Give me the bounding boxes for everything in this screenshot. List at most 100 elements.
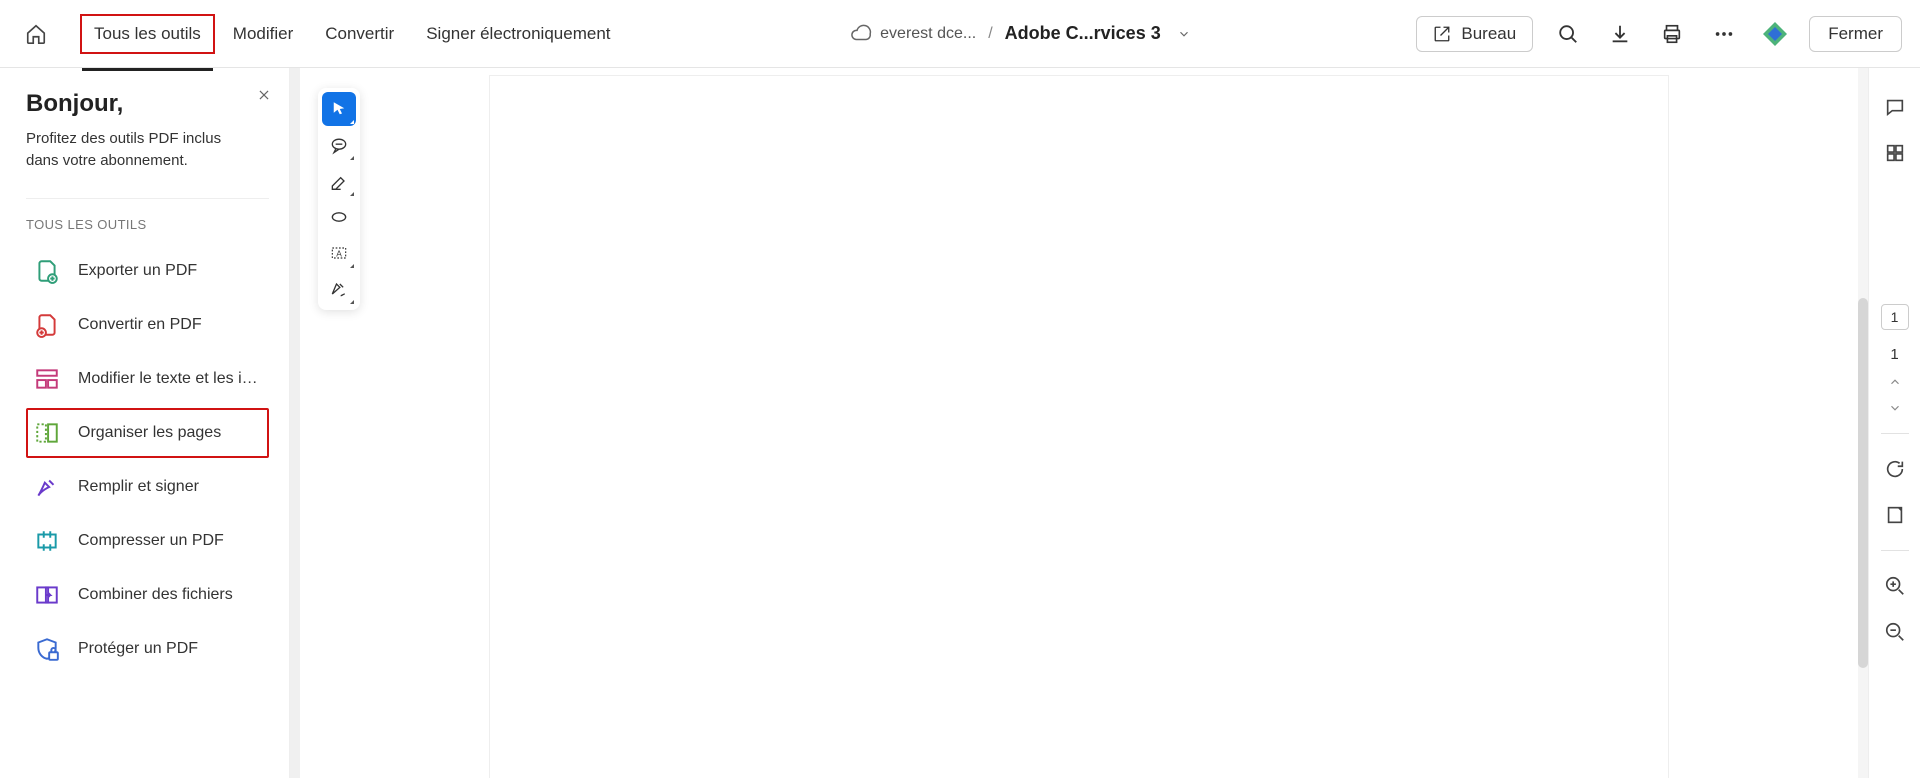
- tool-convert-pdf[interactable]: Convertir en PDF: [26, 300, 269, 350]
- close-icon: [257, 88, 271, 102]
- tool-edit-text-images[interactable]: Modifier le texte et les im...: [26, 354, 269, 404]
- close-button[interactable]: Fermer: [1809, 16, 1902, 52]
- cloud-icon: [850, 23, 872, 45]
- more-button[interactable]: [1707, 17, 1741, 51]
- breadcrumb: everest dce... / Adobe C...rvices 3: [625, 23, 1417, 45]
- tool-label: Remplir et signer: [78, 478, 199, 496]
- tool-label: Organiser les pages: [78, 424, 221, 442]
- zoom-in-icon: [1884, 575, 1906, 597]
- textbox-tool[interactable]: A: [322, 236, 356, 270]
- greeting-subtitle: Profitez des outils PDF inclus dans votr…: [26, 128, 246, 172]
- sidebar-scroll-track[interactable]: [290, 68, 300, 778]
- sidebar-close[interactable]: [257, 88, 271, 102]
- bureau-label: Bureau: [1461, 24, 1516, 44]
- protect-icon: [34, 636, 60, 662]
- greeting-title: Bonjour,: [26, 90, 269, 118]
- thumbnails-panel-button[interactable]: [1878, 136, 1912, 170]
- right-rail: 1 1: [1868, 68, 1920, 778]
- tab-edit[interactable]: Modifier: [219, 14, 307, 54]
- download-icon: [1609, 23, 1631, 45]
- tool-organize-pages[interactable]: Organiser les pages: [26, 408, 269, 458]
- edit-text-icon: [34, 366, 60, 392]
- document-page[interactable]: [490, 76, 1668, 778]
- page-fit-icon: [1884, 504, 1906, 526]
- tab-sign[interactable]: Signer électroniquement: [412, 14, 624, 54]
- chevron-up-icon: [1888, 375, 1902, 389]
- tool-protect-pdf[interactable]: Protéger un PDF: [26, 624, 269, 674]
- download-button[interactable]: [1603, 17, 1637, 51]
- export-pdf-icon: [34, 258, 60, 284]
- tool-list: Exporter un PDF Convertir en PDF Modifie…: [26, 246, 269, 674]
- chevron-down-icon: [1177, 27, 1191, 41]
- page-current-input[interactable]: 1: [1881, 304, 1909, 330]
- rotate-button[interactable]: [1878, 452, 1912, 486]
- external-link-icon: [1433, 25, 1451, 43]
- document-area: A 1 1: [300, 68, 1920, 778]
- home-icon: [25, 23, 47, 45]
- rotate-icon: [1884, 458, 1906, 480]
- avatar-icon: [1760, 19, 1790, 49]
- file-dropdown[interactable]: [1177, 27, 1191, 41]
- convert-pdf-icon: [34, 312, 60, 338]
- quick-tools: A: [318, 88, 360, 310]
- open-desktop-button[interactable]: Bureau: [1416, 16, 1533, 52]
- grid-icon: [1884, 142, 1906, 164]
- tool-label: Convertir en PDF: [78, 316, 202, 334]
- compress-icon: [34, 528, 60, 554]
- combine-icon: [34, 582, 60, 608]
- tool-label: Protéger un PDF: [78, 640, 198, 658]
- highlight-icon: [329, 171, 349, 191]
- home-button[interactable]: [18, 16, 54, 52]
- print-button[interactable]: [1655, 17, 1689, 51]
- search-icon: [1557, 23, 1579, 45]
- zoom-out-button[interactable]: [1878, 615, 1912, 649]
- tool-label: Combiner des fichiers: [78, 586, 233, 604]
- tab-convert[interactable]: Convertir: [311, 14, 408, 54]
- comment-icon: [329, 135, 349, 155]
- more-icon: [1713, 23, 1735, 45]
- avatar[interactable]: [1759, 18, 1791, 50]
- print-icon: [1661, 23, 1683, 45]
- comment-tool[interactable]: [322, 128, 356, 162]
- section-title: TOUS LES OUTILS: [26, 217, 269, 232]
- chevron-down-icon: [1888, 401, 1902, 415]
- cloud-label: everest dce...: [880, 25, 976, 43]
- select-tool[interactable]: [322, 92, 356, 126]
- tool-compress-pdf[interactable]: Compresser un PDF: [26, 516, 269, 566]
- page-total: 1: [1890, 346, 1898, 363]
- document-scrollbar[interactable]: [1858, 68, 1868, 778]
- tool-export-pdf[interactable]: Exporter un PDF: [26, 246, 269, 296]
- sidebar: Bonjour, Profitez des outils PDF inclus …: [0, 68, 290, 778]
- menu-tabs: Tous les outils Modifier Convertir Signe…: [80, 14, 625, 54]
- main-area: Bonjour, Profitez des outils PDF inclus …: [0, 68, 1920, 778]
- page-next[interactable]: [1888, 401, 1902, 415]
- tool-fill-sign[interactable]: Remplir et signer: [26, 462, 269, 512]
- cloud-location[interactable]: everest dce...: [850, 23, 976, 45]
- organize-pages-icon: [34, 420, 60, 446]
- breadcrumb-separator: /: [988, 25, 992, 43]
- tool-label: Exporter un PDF: [78, 262, 197, 280]
- tool-combine-files[interactable]: Combiner des fichiers: [26, 570, 269, 620]
- textbox-icon: A: [329, 243, 349, 263]
- scrollbar-thumb[interactable]: [1858, 298, 1868, 668]
- cursor-icon: [330, 100, 348, 118]
- search-button[interactable]: [1551, 17, 1585, 51]
- zoom-out-icon: [1884, 621, 1906, 643]
- draw-tool[interactable]: [322, 200, 356, 234]
- zoom-in-button[interactable]: [1878, 569, 1912, 603]
- page-prev[interactable]: [1888, 375, 1902, 389]
- document-canvas[interactable]: A: [300, 68, 1868, 778]
- file-name[interactable]: Adobe C...rvices 3: [1005, 23, 1161, 44]
- page-fit-button[interactable]: [1878, 498, 1912, 532]
- svg-text:A: A: [336, 248, 342, 258]
- fill-sign-icon: [34, 474, 60, 500]
- comments-panel-button[interactable]: [1878, 90, 1912, 124]
- chat-icon: [1884, 96, 1906, 118]
- lasso-icon: [329, 207, 349, 227]
- tool-label: Compresser un PDF: [78, 532, 224, 550]
- tab-all-tools[interactable]: Tous les outils: [80, 14, 215, 54]
- highlight-tool[interactable]: [322, 164, 356, 198]
- signature-icon: [329, 279, 349, 299]
- sign-tool[interactable]: [322, 272, 356, 306]
- top-bar: Tous les outils Modifier Convertir Signe…: [0, 0, 1920, 68]
